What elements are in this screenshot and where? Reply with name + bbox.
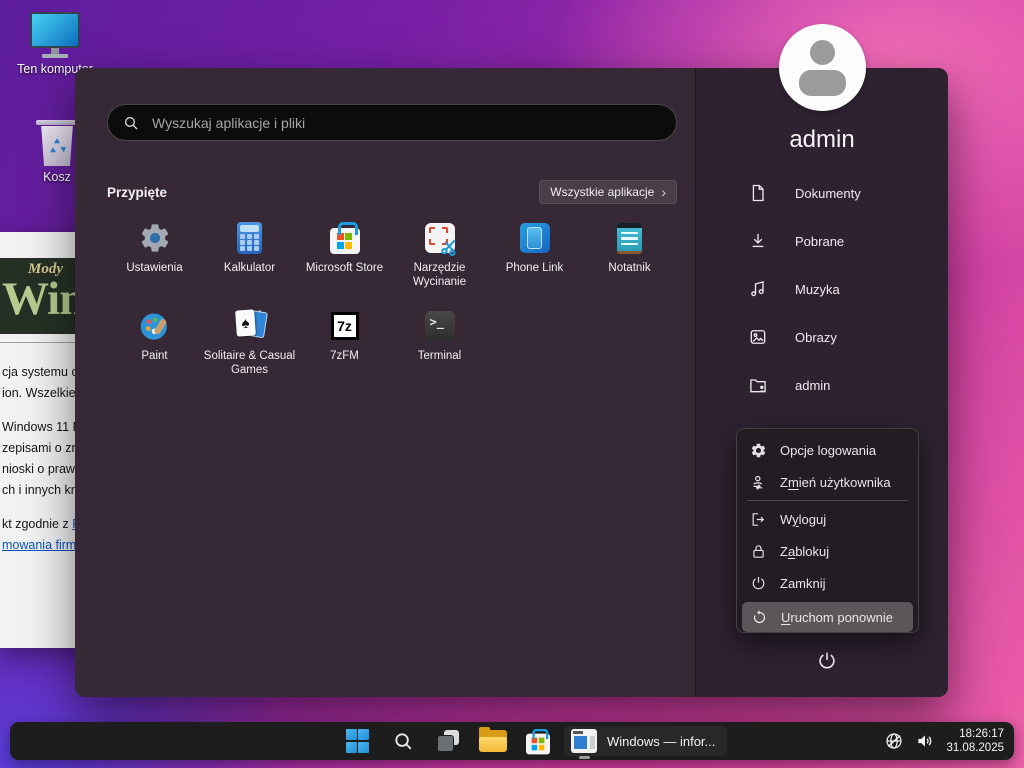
network-offline-icon[interactable]: [884, 731, 904, 751]
search-icon: [392, 730, 414, 752]
terminal-icon: >_: [422, 308, 458, 344]
menu-item-shut-down[interactable]: Zamknij: [737, 567, 918, 599]
file-explorer-button[interactable]: [474, 725, 511, 757]
power-icon: [816, 650, 838, 672]
menu-item-restart[interactable]: Uruchom ponownie: [742, 602, 913, 632]
clock-time: 18:26:17: [946, 727, 1004, 742]
desktop-icon-this-pc[interactable]: Ten komputer: [10, 12, 100, 76]
pinned-app-notepad[interactable]: Notatnik: [582, 212, 677, 300]
banner-word-big: Win: [2, 272, 84, 326]
quick-item-documents[interactable]: Dokumenty: [696, 169, 948, 217]
snipping-tool-icon: [422, 220, 458, 256]
task-view-icon: [437, 730, 459, 752]
quick-item-user-folder[interactable]: admin: [696, 361, 948, 409]
quick-item-music[interactable]: Muzyka: [696, 265, 948, 313]
image-icon: [748, 327, 768, 347]
pinned-app-7zip[interactable]: 7z 7zFM: [297, 300, 392, 388]
pinned-app-solitaire[interactable]: + ♠ Solitaire & Casual Games: [202, 300, 297, 388]
download-icon: [748, 231, 768, 251]
music-icon: [748, 279, 768, 299]
user-quick-list: Dokumenty Pobrane Muzyka Obrazy admin: [696, 169, 948, 409]
quick-item-pictures[interactable]: Obrazy: [696, 313, 948, 361]
paint-icon: [137, 308, 173, 344]
menu-item-sign-out[interactable]: Wyloguj: [737, 503, 918, 535]
pinned-app-terminal[interactable]: >_ Terminal: [392, 300, 487, 388]
power-popup-menu: Opcje logowania Zmień użytkownika Wylogu…: [736, 428, 919, 633]
menu-item-sign-in-options[interactable]: Opcje logowania: [737, 434, 918, 466]
pinned-app-paint[interactable]: Paint: [107, 300, 202, 388]
user-folder-icon: [748, 375, 768, 395]
7zip-icon: 7z: [327, 308, 363, 344]
computer-icon: [10, 12, 100, 58]
power-button[interactable]: [808, 642, 846, 680]
pinned-app-snipping-tool[interactable]: Narzędzie Wycinanie: [392, 212, 487, 300]
app-window-icon: [571, 729, 597, 753]
quick-item-downloads[interactable]: Pobrane: [696, 217, 948, 265]
menu-item-switch-user[interactable]: Zmień użytkownika: [737, 466, 918, 498]
document-icon: [748, 183, 768, 203]
lock-icon: [750, 543, 767, 560]
settings-gear-icon: [137, 220, 173, 256]
pinned-section-title: Przypięte: [107, 185, 167, 200]
taskbar-app-about-windows[interactable]: Windows — infor...: [564, 726, 727, 756]
taskbar: Windows — infor... 18:26:17 31.08.2025: [10, 722, 1014, 760]
calculator-icon: [232, 220, 268, 256]
pinned-apps-grid: Ustawienia Kalkulator Microsoft Store Na…: [107, 212, 679, 388]
microsoft-store-icon: [526, 734, 550, 755]
taskbar-app-label: Windows — infor...: [607, 734, 715, 749]
user-avatar[interactable]: [779, 24, 866, 111]
active-window-indicator: [579, 756, 590, 759]
user-panel: admin Dokumenty Pobrane Muzyka Obrazy ad…: [695, 68, 948, 697]
taskbar-store-button[interactable]: [519, 725, 556, 757]
volume-icon[interactable]: [915, 731, 935, 751]
taskbar-search-button[interactable]: [384, 725, 421, 757]
taskbar-clock[interactable]: 18:26:17 31.08.2025: [946, 727, 1004, 756]
start-menu: Przypięte Wszystkie aplikacje › Ustawien…: [75, 68, 948, 697]
restart-icon: [751, 609, 768, 626]
logout-icon: [750, 511, 767, 528]
notepad-icon: [612, 220, 648, 256]
windows-logo-icon: [346, 729, 370, 753]
search-icon: [123, 115, 139, 131]
start-button[interactable]: [339, 725, 376, 757]
clock-date: 31.08.2025: [946, 741, 1004, 756]
all-apps-button[interactable]: Wszystkie aplikacje ›: [539, 180, 677, 204]
pinned-app-calculator[interactable]: Kalkulator: [202, 212, 297, 300]
folder-icon: [479, 730, 507, 752]
power-icon: [750, 575, 767, 592]
search-input[interactable]: [150, 114, 676, 132]
menu-separator: [747, 500, 908, 501]
pinned-app-store[interactable]: Microsoft Store: [297, 212, 392, 300]
phone-link-icon: [517, 220, 553, 256]
start-search-bar[interactable]: [107, 104, 677, 141]
pinned-app-settings[interactable]: Ustawienia: [107, 212, 202, 300]
microsoft-store-icon: [327, 220, 363, 256]
chevron-right-icon: ›: [661, 187, 666, 197]
gear-icon: [750, 442, 767, 459]
username: admin: [696, 126, 948, 154]
menu-item-lock[interactable]: Zablokuj: [737, 535, 918, 567]
pinned-app-phone-link[interactable]: Phone Link: [487, 212, 582, 300]
switch-user-icon: [750, 474, 767, 491]
solitaire-cards-icon: + ♠: [232, 308, 268, 344]
task-view-button[interactable]: [429, 725, 466, 757]
